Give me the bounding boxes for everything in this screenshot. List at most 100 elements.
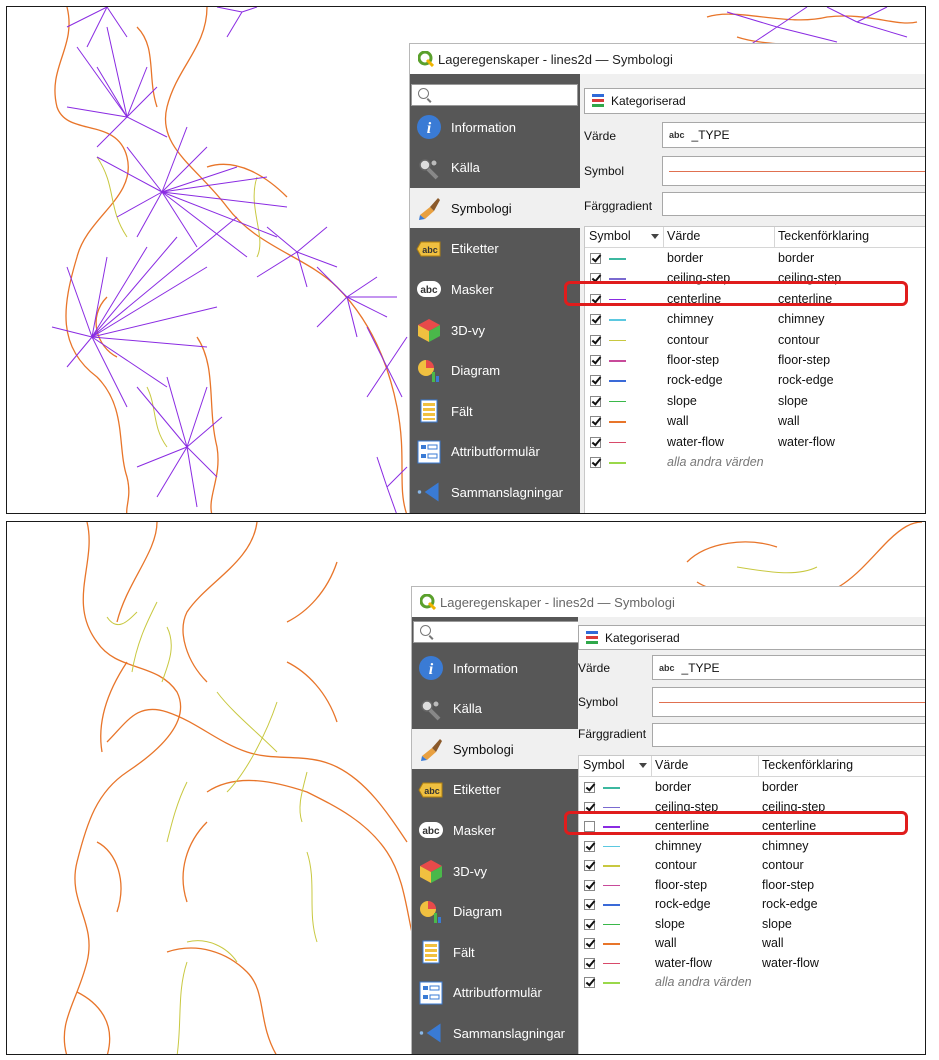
symbol-swatch[interactable] bbox=[609, 400, 626, 403]
sidebar-item-f-lt[interactable]: Fält bbox=[412, 932, 582, 972]
category-visibility-checkbox[interactable] bbox=[584, 918, 595, 930]
symbol-swatch[interactable] bbox=[609, 258, 626, 260]
category-legend[interactable]: chimney bbox=[778, 312, 825, 326]
category-legend[interactable]: rock-edge bbox=[778, 373, 834, 387]
category-visibility-checkbox[interactable] bbox=[590, 314, 601, 326]
category-legend[interactable]: slope bbox=[778, 394, 808, 408]
symbol-swatch[interactable] bbox=[603, 884, 620, 886]
sidebar-item-f-lt[interactable]: Fält bbox=[410, 391, 580, 431]
renderer-select[interactable]: Kategoriserad bbox=[584, 88, 925, 114]
category-row-rock-edge[interactable]: rock-edge rock-edge bbox=[585, 371, 925, 391]
category-row-wall[interactable]: wall wall bbox=[585, 412, 925, 432]
symbol-swatch[interactable] bbox=[603, 923, 620, 925]
category-visibility-checkbox[interactable] bbox=[584, 782, 595, 793]
category-legend[interactable]: wall bbox=[762, 936, 784, 950]
category-row-rock-edge[interactable]: rock-edge rock-edge bbox=[579, 895, 925, 915]
header-symbol[interactable]: Symbol bbox=[589, 229, 631, 243]
symbol-swatch[interactable] bbox=[609, 441, 626, 444]
sidebar-search-input[interactable] bbox=[413, 621, 580, 643]
sidebar-item-attributformul-r[interactable]: Attributformulär bbox=[410, 432, 580, 472]
sidebar-item-symbologi[interactable]: Symbologi bbox=[410, 188, 580, 229]
sidebar-item-symbologi[interactable]: Symbologi bbox=[412, 729, 582, 770]
sort-arrow-icon[interactable] bbox=[651, 234, 659, 239]
category-visibility-checkbox[interactable] bbox=[590, 395, 601, 407]
dialog-titlebar[interactable]: Lageregenskaper - lines2d — Symbologi bbox=[410, 44, 925, 74]
sidebar-item-masker[interactable]: abc Masker bbox=[410, 269, 580, 309]
symbol-swatch[interactable] bbox=[603, 943, 620, 945]
sidebar-item-sammanslagningar[interactable]: Sammanslagningar bbox=[410, 472, 580, 512]
symbol-swatch[interactable] bbox=[603, 982, 620, 984]
symbol-swatch[interactable] bbox=[603, 787, 620, 789]
symbol-swatch[interactable] bbox=[603, 962, 620, 964]
category-row-contour[interactable]: contour contour bbox=[585, 331, 925, 351]
symbol-button[interactable] bbox=[662, 156, 925, 186]
sidebar-item-diagram[interactable]: Diagram bbox=[412, 892, 582, 932]
color-ramp-select[interactable] bbox=[662, 192, 925, 216]
category-row-wall[interactable]: wall wall bbox=[579, 934, 925, 954]
category-row-alla-andra-v-rden[interactable]: alla andra värden bbox=[579, 973, 925, 993]
sidebar-item-information[interactable]: i Information bbox=[410, 107, 580, 147]
category-row-water-flow[interactable]: water-flow water-flow bbox=[579, 954, 925, 974]
category-row-border[interactable]: border border bbox=[585, 249, 925, 269]
sidebar-item-attributformul-r[interactable]: Attributformulär bbox=[412, 973, 582, 1013]
renderer-select[interactable]: Kategoriserad bbox=[578, 625, 925, 650]
category-visibility-checkbox[interactable] bbox=[590, 253, 601, 264]
symbol-swatch[interactable] bbox=[609, 360, 626, 362]
category-visibility-checkbox[interactable] bbox=[590, 375, 601, 387]
category-legend[interactable]: wall bbox=[778, 414, 800, 428]
header-legend[interactable]: Teckenförklaring bbox=[778, 229, 869, 243]
header-symbol[interactable]: Symbol bbox=[583, 758, 625, 772]
symbol-swatch[interactable] bbox=[609, 339, 626, 342]
sidebar-item-3d-vy[interactable]: 3D-vy bbox=[412, 851, 582, 891]
category-visibility-checkbox[interactable] bbox=[584, 977, 595, 988]
category-row-slope[interactable]: slope slope bbox=[579, 915, 925, 935]
sidebar-item-kompletterande[interactable]: Kompletterande bbox=[410, 513, 580, 514]
symbol-swatch[interactable] bbox=[603, 806, 620, 808]
category-legend[interactable]: chimney bbox=[762, 839, 809, 853]
category-legend[interactable]: border bbox=[778, 251, 814, 265]
header-value[interactable]: Värde bbox=[655, 758, 688, 772]
sidebar-item-diagram[interactable]: Diagram bbox=[410, 351, 580, 391]
sidebar-item-k-lla[interactable]: Källa bbox=[412, 689, 582, 729]
sidebar-item-etiketter[interactable]: abc Etiketter bbox=[412, 770, 582, 810]
category-legend[interactable]: water-flow bbox=[762, 956, 819, 970]
sidebar-item-k-lla[interactable]: Källa bbox=[410, 148, 580, 188]
sidebar-search-input[interactable] bbox=[411, 84, 578, 106]
category-visibility-checkbox[interactable] bbox=[584, 957, 595, 969]
category-visibility-checkbox[interactable] bbox=[590, 457, 601, 468]
category-visibility-checkbox[interactable] bbox=[584, 840, 595, 852]
sidebar-item-kompletterande[interactable]: Kompletterande bbox=[412, 1054, 582, 1055]
category-row-slope[interactable]: slope slope bbox=[585, 392, 925, 412]
symbol-button[interactable] bbox=[652, 687, 925, 717]
value-field-select[interactable]: abc _TYPE bbox=[652, 655, 925, 680]
category-visibility-checkbox[interactable] bbox=[584, 879, 595, 891]
category-visibility-checkbox[interactable] bbox=[584, 899, 595, 910]
category-legend[interactable]: border bbox=[762, 780, 798, 794]
symbol-swatch[interactable] bbox=[603, 904, 620, 906]
category-row-contour[interactable]: contour contour bbox=[579, 856, 925, 876]
sidebar-item-sammanslagningar[interactable]: Sammanslagningar bbox=[412, 1013, 582, 1053]
symbol-swatch[interactable] bbox=[603, 845, 620, 847]
symbol-swatch[interactable] bbox=[609, 319, 626, 321]
sidebar-item-information[interactable]: i Information bbox=[412, 648, 582, 688]
category-visibility-checkbox[interactable] bbox=[584, 938, 595, 949]
category-row-water-flow[interactable]: water-flow water-flow bbox=[585, 433, 925, 453]
category-visibility-checkbox[interactable] bbox=[590, 334, 601, 346]
category-visibility-checkbox[interactable] bbox=[584, 860, 595, 871]
category-legend[interactable]: contour bbox=[762, 858, 804, 872]
header-legend[interactable]: Teckenförklaring bbox=[762, 758, 853, 772]
sidebar-item-3d-vy[interactable]: 3D-vy bbox=[410, 310, 580, 350]
symbol-swatch[interactable] bbox=[609, 421, 626, 423]
category-row-alla-andra-v-rden[interactable]: alla andra värden bbox=[585, 453, 925, 473]
sidebar-item-etiketter[interactable]: abc Etiketter bbox=[410, 229, 580, 269]
symbol-swatch[interactable] bbox=[609, 462, 626, 464]
category-legend[interactable]: floor-step bbox=[762, 878, 814, 892]
dialog-titlebar[interactable]: Lageregenskaper - lines2d — Symbologi bbox=[412, 587, 925, 617]
symbol-swatch[interactable] bbox=[603, 865, 620, 867]
category-legend[interactable]: rock-edge bbox=[762, 897, 818, 911]
symbol-swatch[interactable] bbox=[609, 380, 626, 382]
category-row-floor-step[interactable]: floor-step floor-step bbox=[579, 876, 925, 896]
value-field-select[interactable]: abc _TYPE bbox=[662, 122, 925, 148]
category-visibility-checkbox[interactable] bbox=[590, 416, 601, 428]
symbol-swatch[interactable] bbox=[609, 278, 626, 280]
